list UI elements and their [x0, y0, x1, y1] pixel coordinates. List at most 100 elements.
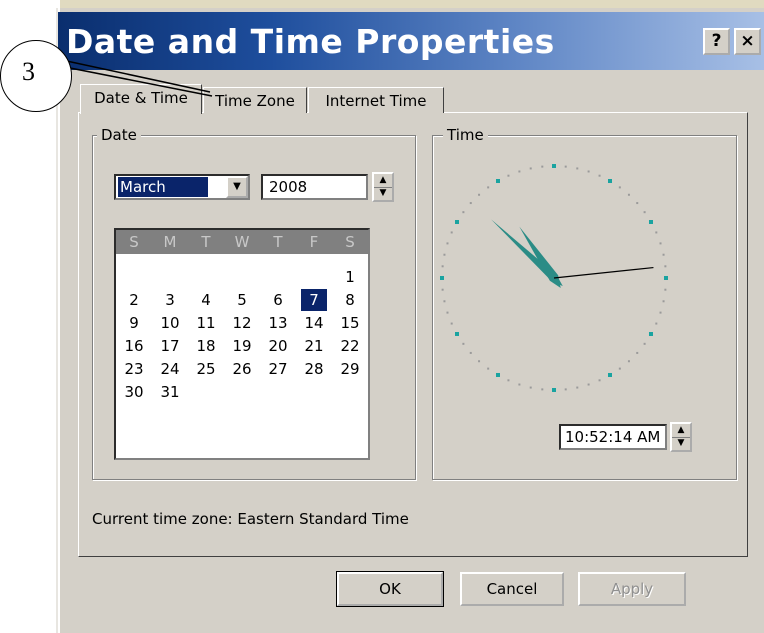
analog-clock: [440, 164, 668, 392]
hour-tick: [455, 332, 460, 336]
month-calendar[interactable]: SMTWTFS 1 2 3 4 5 6 7 8 9 10 11 12 13 14 15 16 17 18 19 20 2…: [114, 228, 370, 460]
hour-tick: [648, 220, 653, 224]
minute-tick: [450, 231, 453, 234]
close-button[interactable]: ×: [734, 28, 761, 55]
minute-tick: [441, 265, 444, 268]
calendar-day[interactable]: 29: [337, 358, 363, 380]
spin-down-icon[interactable]: ▼: [672, 437, 690, 450]
calendar-day[interactable]: 3: [157, 289, 183, 311]
minute-hand: [491, 219, 563, 287]
calendar-day[interactable]: 13: [265, 312, 291, 334]
spin-down-icon[interactable]: ▼: [374, 187, 392, 200]
calendar-day[interactable]: 7: [301, 289, 327, 311]
callout-circle: [0, 40, 72, 112]
spin-up-icon[interactable]: ▲: [672, 424, 690, 438]
minute-tick: [664, 288, 667, 291]
weekday-label: S: [345, 233, 355, 251]
time-input[interactable]: 10:52:14 AM: [559, 424, 667, 450]
hour-tick: [496, 372, 500, 377]
month-select[interactable]: March ▼: [114, 174, 250, 200]
tab-time-zone[interactable]: Time Zone: [203, 87, 307, 113]
tab-date-time[interactable]: Date & Time: [80, 84, 202, 114]
calendar-day[interactable]: 27: [265, 358, 291, 380]
calendar-day[interactable]: 2: [121, 289, 147, 311]
apply-button[interactable]: Apply: [578, 572, 686, 606]
help-button[interactable]: ?: [703, 28, 730, 55]
calendar-day[interactable]: 9: [121, 312, 147, 334]
minute-tick: [441, 288, 444, 291]
hour-tick: [608, 179, 612, 184]
year-input[interactable]: 2008: [261, 174, 368, 200]
weekday-label: S: [129, 233, 139, 251]
time-spinner[interactable]: ▲ ▼: [670, 422, 692, 452]
calendar-day[interactable]: 10: [157, 312, 183, 334]
minute-tick: [518, 383, 521, 386]
minute-tick: [598, 379, 601, 382]
minute-tick: [478, 193, 481, 196]
weekday-label: T: [273, 233, 283, 251]
minute-tick: [487, 186, 490, 189]
calendar-day[interactable]: 8: [337, 289, 363, 311]
calendar-day[interactable]: 1: [337, 266, 363, 288]
minute-tick: [507, 379, 510, 382]
calendar-day[interactable]: 5: [229, 289, 255, 311]
current-time-zone: Current time zone: Eastern Standard Time: [92, 510, 409, 528]
calendar-day[interactable]: 31: [157, 381, 183, 403]
cancel-button[interactable]: Cancel: [460, 572, 564, 606]
title-bar[interactable]: Date and Time Properties ? ×: [58, 12, 764, 70]
minute-tick: [443, 253, 446, 256]
hour-tick: [440, 276, 444, 280]
minute-tick: [469, 351, 472, 354]
spin-up-icon[interactable]: ▲: [374, 174, 392, 188]
minute-tick: [643, 342, 646, 345]
calendar-day[interactable]: 11: [193, 312, 219, 334]
calendar-day[interactable]: 22: [337, 335, 363, 357]
year-spinner[interactable]: ▲ ▼: [372, 172, 394, 202]
calendar-day[interactable]: 21: [301, 335, 327, 357]
calendar-day[interactable]: 16: [121, 335, 147, 357]
calendar-day[interactable]: 4: [193, 289, 219, 311]
calendar-day[interactable]: 20: [265, 335, 291, 357]
hour-tick: [552, 388, 556, 392]
minute-tick: [443, 300, 446, 303]
calendar-day[interactable]: 18: [193, 335, 219, 357]
calendar-day[interactable]: 28: [301, 358, 327, 380]
minute-tick: [541, 388, 544, 391]
calendar-day[interactable]: 23: [121, 358, 147, 380]
calendar-day[interactable]: 14: [301, 312, 327, 334]
minute-tick: [446, 242, 449, 245]
minute-tick: [518, 170, 521, 173]
calendar-day[interactable]: 15: [337, 312, 363, 334]
calendar-day[interactable]: 25: [193, 358, 219, 380]
minute-tick: [659, 242, 662, 245]
calendar-day[interactable]: 26: [229, 358, 255, 380]
minute-tick: [462, 211, 465, 214]
ok-button[interactable]: OK: [336, 571, 444, 607]
minute-tick: [478, 360, 481, 363]
calendar-day[interactable]: 24: [157, 358, 183, 380]
callout-number: 3: [22, 57, 35, 86]
calendar-day[interactable]: 6: [265, 289, 291, 311]
minute-tick: [627, 360, 630, 363]
tab-internet-time[interactable]: Internet Time: [308, 87, 444, 113]
calendar-day[interactable]: 17: [157, 335, 183, 357]
minute-tick: [446, 311, 449, 314]
calendar-day[interactable]: 30: [121, 381, 147, 403]
second-hand: [553, 266, 654, 279]
hour-tick: [496, 179, 500, 184]
weekday-label: F: [309, 233, 319, 251]
minute-tick: [529, 167, 532, 170]
calendar-day[interactable]: 12: [229, 312, 255, 334]
minute-tick: [587, 170, 590, 173]
weekday-label: M: [163, 233, 177, 251]
date-group-label: Date: [97, 126, 141, 144]
window-title: Date and Time Properties: [66, 22, 555, 61]
calendar-day[interactable]: 19: [229, 335, 255, 357]
minute-tick: [627, 193, 630, 196]
minute-tick: [662, 253, 665, 256]
minute-tick: [564, 388, 567, 391]
minute-tick: [462, 342, 465, 345]
chevron-down-icon[interactable]: ▼: [226, 176, 248, 198]
hour-tick: [664, 276, 668, 280]
minute-tick: [450, 322, 453, 325]
